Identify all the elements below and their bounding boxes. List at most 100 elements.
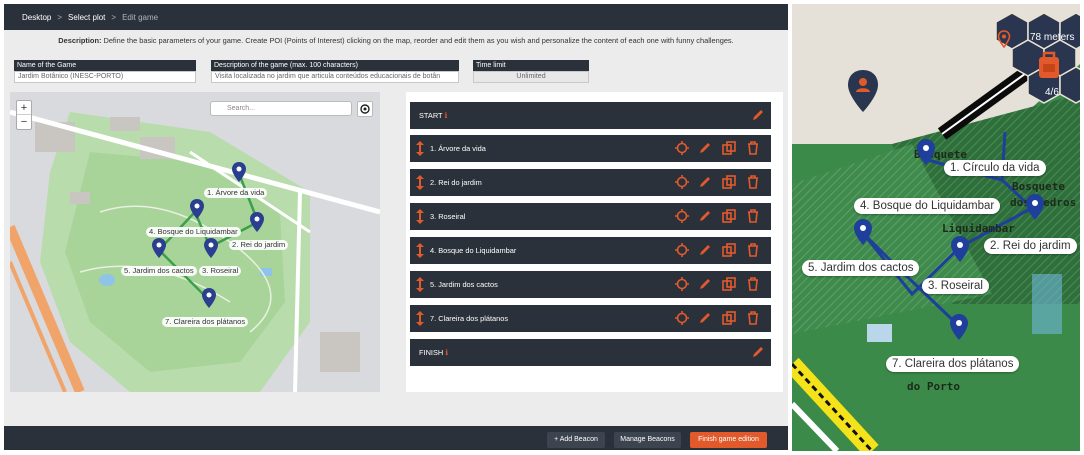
game-name-label: Name of the Game [14, 60, 196, 71]
edit-icon[interactable] [698, 175, 712, 189]
breadcrumb-separator: > [57, 12, 63, 22]
poi-list: START ℹ 1. Árvore da vida 2. Rei do jard… [406, 92, 783, 392]
poi-row[interactable]: 1. Árvore da vida [410, 135, 771, 162]
copy-icon[interactable] [722, 311, 736, 325]
trash-icon[interactable] [746, 209, 760, 223]
poi-row[interactable]: 4. Bosque do Liquidambar [410, 237, 771, 264]
trash-icon[interactable] [746, 175, 760, 189]
map-pin-icon[interactable] [190, 199, 204, 219]
time-limit-label: Time limit [473, 60, 589, 71]
drag-handle-icon[interactable] [416, 311, 424, 326]
time-limit-select[interactable]: Unlimited [473, 71, 589, 83]
edit-icon[interactable] [751, 108, 765, 122]
poi-row[interactable]: 5. Jardim dos cactos [410, 271, 771, 298]
poi-row-label: 5. Jardim dos cactos [430, 280, 498, 289]
poi-pin-icon[interactable] [950, 314, 968, 340]
map-text: Liquidambar [942, 222, 1015, 235]
poi-pin-icon[interactable] [951, 236, 969, 262]
poi-finish-label: FINISH ℹ [419, 348, 449, 357]
poi-label: 3. Roseiral [922, 278, 989, 294]
locate-poi-icon[interactable] [675, 209, 689, 223]
locate-button[interactable] [357, 101, 373, 117]
description-text: Description: Define the basic parameters… [4, 36, 788, 45]
edit-icon[interactable] [698, 209, 712, 223]
poi-pin-icon[interactable] [917, 139, 935, 165]
map-canvas [10, 109, 380, 392]
copy-icon[interactable] [722, 175, 736, 189]
edit-icon[interactable] [698, 311, 712, 325]
location-pin-icon [997, 30, 1011, 48]
progress-readout: 4/6 [1045, 87, 1059, 98]
copy-icon[interactable] [722, 277, 736, 291]
edit-icon[interactable] [698, 243, 712, 257]
poi-pin-icon[interactable] [1026, 194, 1044, 220]
drag-handle-icon[interactable] [416, 277, 424, 292]
poi-start-label: START ℹ [419, 111, 448, 120]
poi-row-finish[interactable]: FINISH ℹ [410, 339, 771, 366]
map-text: do Porto [907, 380, 960, 393]
copy-icon[interactable] [722, 209, 736, 223]
poi-row-label: 2. Rei do jardim [430, 178, 482, 187]
trash-icon[interactable] [746, 243, 760, 257]
trash-icon[interactable] [746, 141, 760, 155]
poi-label: 2. Rei do jardim [984, 238, 1077, 254]
manage-beacons-button[interactable]: Manage Beacons [614, 432, 681, 448]
map-poi-label: 4. Bosque do Liquidambar [146, 227, 241, 237]
breadcrumb-select-plot[interactable]: Select plot [68, 13, 105, 22]
map-poi-label: 1. Árvore da vida [204, 188, 268, 198]
map-search-input[interactable]: Search... [210, 101, 352, 116]
game-name-input[interactable]: Jardim Botânico (INESC-PORTO) [14, 71, 196, 83]
description-body: Define the basic parameters of your game… [103, 36, 734, 45]
breadcrumb-edit-game: Edit game [122, 12, 159, 22]
drag-handle-icon[interactable] [416, 175, 424, 190]
copy-icon[interactable] [722, 243, 736, 257]
drag-handle-icon[interactable] [416, 243, 424, 258]
drag-handle-icon[interactable] [416, 141, 424, 156]
edit-icon[interactable] [751, 345, 765, 359]
copy-icon[interactable] [722, 141, 736, 155]
poi-label: 1. Círculo da vida [944, 160, 1046, 176]
locate-poi-icon[interactable] [675, 277, 689, 291]
locate-poi-icon[interactable] [675, 175, 689, 189]
game-map[interactable]: 1. Árvore da vida 2. Rei do jardim 3. Ro… [10, 92, 380, 392]
edit-icon[interactable] [698, 277, 712, 291]
locate-poi-icon[interactable] [675, 243, 689, 257]
poi-row[interactable]: 3. Roseiral [410, 203, 771, 230]
map-pin-icon[interactable] [204, 238, 218, 258]
poi-pin-icon[interactable] [854, 219, 872, 245]
map-poi-label: 3. Roseiral [199, 266, 242, 276]
poi-row-start[interactable]: START ℹ [410, 102, 771, 129]
poi-row[interactable]: 7. Clareira dos plátanos [410, 305, 771, 332]
game-editor-panel: Desktop > Select plot > Edit game Descri… [4, 4, 788, 450]
map-poi-label: 5. Jardim dos cactos [121, 266, 197, 276]
player-marker-icon [848, 70, 878, 112]
info-icon: ℹ [444, 111, 448, 120]
poi-row-label: 3. Roseiral [430, 212, 466, 221]
poi-label: 7. Clareira dos plátanos [886, 356, 1020, 372]
poi-row-label: 7. Clareira dos plátanos [430, 314, 509, 323]
map-pin-icon[interactable] [232, 162, 246, 182]
poi-row[interactable]: 2. Rei do jardim [410, 169, 771, 196]
poi-row-label: 1. Árvore da vida [430, 144, 486, 153]
mobile-game-map[interactable]: 78 meters 4/6 Bosquete Bosquete dos Cedr… [792, 4, 1080, 451]
finish-game-edition-button[interactable]: Finish game edition [690, 432, 767, 448]
trash-icon[interactable] [746, 311, 760, 325]
breadcrumb-desktop[interactable]: Desktop [22, 13, 51, 22]
breadcrumb-separator: > [111, 12, 117, 22]
map-pin-icon[interactable] [202, 288, 216, 308]
map-pin-icon[interactable] [152, 238, 166, 258]
backpack-icon[interactable] [1036, 50, 1062, 80]
locate-poi-icon[interactable] [675, 311, 689, 325]
game-description-input[interactable]: Visita localizada no jardim que articula… [211, 71, 459, 83]
edit-icon[interactable] [698, 141, 712, 155]
map-pin-icon[interactable] [250, 212, 264, 232]
zoom-out-button[interactable]: − [17, 115, 31, 129]
drag-handle-icon[interactable] [416, 209, 424, 224]
poi-label: 4. Bosque do Liquidambar [854, 198, 1001, 214]
zoom-in-button[interactable]: + [17, 101, 31, 115]
map-text: Bosquete [1012, 180, 1065, 193]
trash-icon[interactable] [746, 277, 760, 291]
add-beacon-button[interactable]: + Add Beacon [547, 432, 605, 448]
locate-poi-icon[interactable] [675, 141, 689, 155]
breadcrumb: Desktop > Select plot > Edit game [4, 4, 788, 30]
